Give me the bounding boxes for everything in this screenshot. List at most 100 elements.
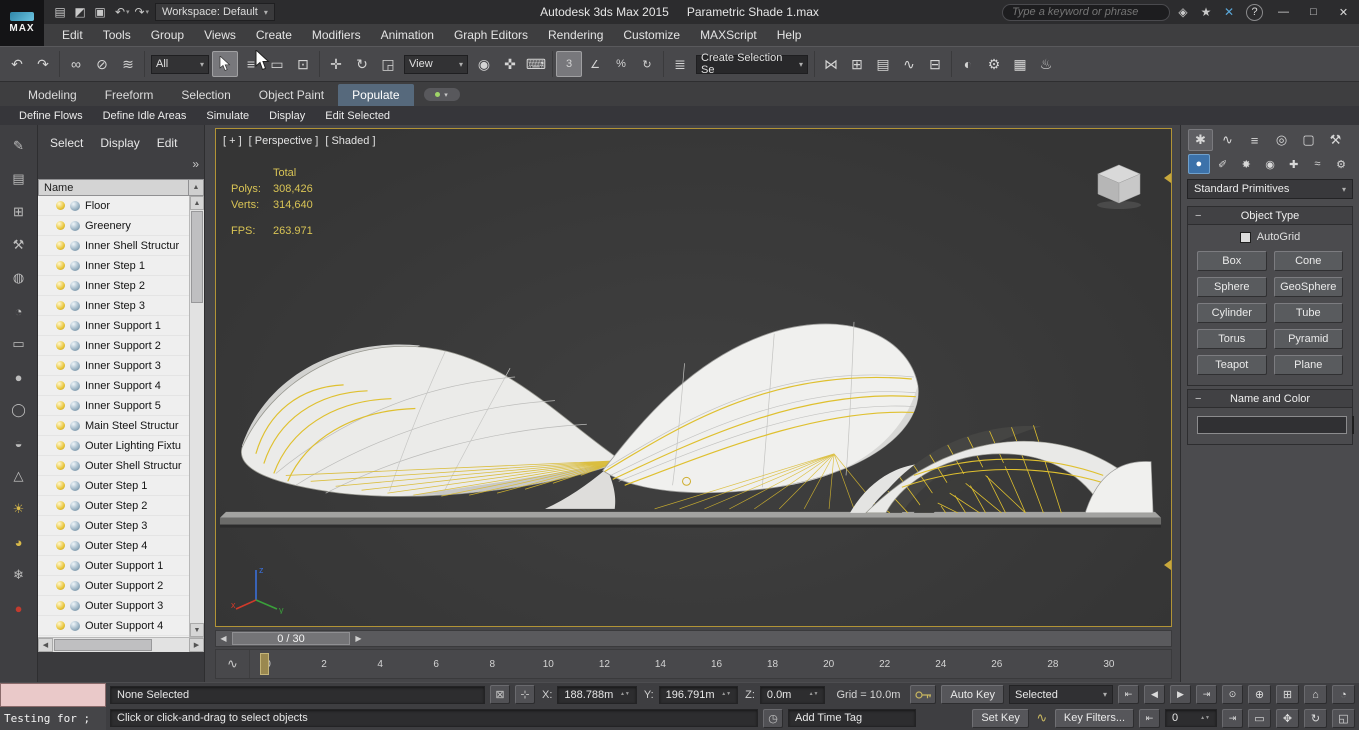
select-by-name-icon[interactable]: ≡ [238, 51, 264, 77]
key-mode-dropdown[interactable]: Selected ▾ [1009, 685, 1113, 705]
ribbon-tab-selection[interactable]: Selection [167, 84, 244, 106]
next-key-button[interactable]: ⇥ [1222, 708, 1243, 728]
key-step-toggle[interactable]: ⊙ [1222, 685, 1243, 705]
undo-scene-icon[interactable]: ↶ [4, 51, 30, 77]
scroll-up-icon[interactable]: ▲ [190, 196, 204, 210]
visibility-bulb-icon[interactable] [56, 541, 65, 550]
plane-tool-icon[interactable]: ▭ [8, 333, 30, 355]
cone-button[interactable]: Cone [1273, 251, 1343, 271]
redo-scene-icon[interactable]: ↷ [30, 51, 56, 77]
motion-tab-icon[interactable]: ◎ [1269, 129, 1294, 151]
menu-graph-editors[interactable]: Graph Editors [444, 28, 538, 42]
close-button[interactable]: ✕ [1330, 2, 1357, 23]
selection-filter-dropdown[interactable]: All ▾ [151, 54, 209, 74]
vertical-scrollbar[interactable]: ▲ ▼ [189, 196, 204, 637]
help-icon[interactable]: ? [1246, 3, 1263, 21]
visibility-bulb-icon[interactable] [56, 301, 65, 310]
zoom-extents-icon[interactable]: ⌂ [1304, 685, 1327, 705]
previous-frame-arrow-icon[interactable]: ◀ [216, 634, 231, 643]
primitive-category-dropdown[interactable]: Standard Primitives ▾ [1187, 179, 1353, 199]
sphere-tool-icon[interactable]: ◍ [8, 267, 30, 289]
unlink-selection-icon[interactable]: ⊘ [89, 51, 115, 77]
menu-customize[interactable]: Customize [613, 28, 690, 42]
visibility-bulb-icon[interactable] [56, 281, 65, 290]
set-key-button[interactable]: Set Key [972, 708, 1029, 728]
x-coordinate-field[interactable]: 188.788m ▲▼ [557, 685, 637, 704]
spinner-icon[interactable]: ▲▼ [1200, 715, 1210, 721]
list-item-inner-support-4[interactable]: Inner Support 4 [38, 376, 189, 396]
mini-curve-editor-icon[interactable]: ∿ [216, 650, 250, 678]
perspective-viewport[interactable]: [ + ] [ Perspective ] [ Shaded ] Total P… [215, 128, 1172, 627]
current-frame-marker[interactable] [260, 653, 269, 675]
list-item-inner-support-2[interactable]: Inner Support 2 [38, 336, 189, 356]
reference-coordinate-dropdown[interactable]: View ▾ [404, 54, 468, 74]
ribbon-display[interactable]: Display [260, 110, 314, 122]
listener-line[interactable]: Testing for ; [0, 706, 106, 730]
layer-manager-icon[interactable]: ▤ [870, 51, 896, 77]
maximize-viewport-toggle[interactable]: ◱ [1332, 708, 1355, 728]
object-color-swatch[interactable] [1352, 416, 1354, 434]
ribbon-minimize-toggle[interactable]: ▾ [423, 88, 460, 101]
zoom-all-icon[interactable]: ⊞ [1276, 685, 1299, 705]
spinner-icon[interactable]: ▲▼ [809, 692, 819, 697]
key-filters-button[interactable]: Key Filters... [1054, 708, 1134, 728]
list-item-outer-shell[interactable]: Outer Shell Structur [38, 456, 189, 476]
zoom-region-icon[interactable]: ▭ [1248, 708, 1271, 728]
ribbon-tab-modeling[interactable]: Modeling [14, 84, 91, 106]
box-button[interactable]: Box [1197, 251, 1267, 271]
maximize-button[interactable]: □ [1300, 2, 1327, 23]
visibility-bulb-icon[interactable] [56, 621, 65, 630]
window-crossing-toggle-icon[interactable]: ⊡ [290, 51, 316, 77]
track-bar[interactable]: ∿ 0 2 4 6 8 10 12 14 16 18 20 22 24 26 [215, 649, 1172, 679]
menu-animation[interactable]: Animation [371, 28, 444, 42]
palette-tool-icon[interactable]: ▤ [8, 168, 30, 190]
ribbon-tab-object-paint[interactable]: Object Paint [245, 84, 338, 106]
select-and-rotate-icon[interactable]: ↻ [349, 51, 375, 77]
create-tab-icon[interactable]: ✱ [1188, 129, 1213, 151]
add-time-tag-field[interactable]: Add Time Tag [788, 709, 916, 728]
minimize-button[interactable]: — [1270, 2, 1297, 23]
menu-tools[interactable]: Tools [93, 28, 141, 42]
ribbon-tab-freeform[interactable]: Freeform [91, 84, 168, 106]
geosphere-button[interactable]: GeoSphere [1273, 277, 1343, 297]
current-frame-field[interactable]: 0 ▲▼ [1165, 709, 1217, 728]
visibility-bulb-icon[interactable] [56, 501, 65, 510]
snap-toggle-3d-icon[interactable]: 3 [556, 51, 582, 77]
spinner-snap-toggle-icon[interactable]: ↻ [634, 51, 660, 77]
torus-button[interactable]: Torus [1197, 329, 1267, 349]
pyramid-button[interactable]: Pyramid [1273, 329, 1343, 349]
visibility-bulb-icon[interactable] [56, 241, 65, 250]
scene-object-list[interactable]: Floor Greenery Inner Shell Structur Inne… [38, 196, 189, 637]
sphere-button[interactable]: Sphere [1197, 277, 1267, 297]
scroll-down-icon[interactable]: ▼ [190, 623, 204, 637]
list-item-outer-support-2[interactable]: Outer Support 2 [38, 576, 189, 596]
play-button[interactable]: ▶ [1170, 685, 1191, 705]
visibility-bulb-icon[interactable] [56, 481, 65, 490]
list-item-floor[interactable]: Floor [38, 196, 189, 216]
cup-tool-icon[interactable]: ◒ [8, 432, 30, 454]
sun-tool-icon[interactable]: ☀ [8, 498, 30, 520]
render-production-icon[interactable]: ♨ [1033, 51, 1059, 77]
cone-tool-icon[interactable]: △ [8, 465, 30, 487]
shapes-category-icon[interactable]: ✐ [1212, 154, 1234, 174]
utilities-tab-icon[interactable]: ⚒ [1323, 129, 1348, 151]
set-keys-button[interactable] [910, 685, 937, 705]
pencil-tool-icon[interactable]: ✎ [8, 135, 30, 157]
list-item-outer-support-1[interactable]: Outer Support 1 [38, 556, 189, 576]
overflow-chevron-icon[interactable]: » [192, 157, 199, 171]
keyboard-shortcut-override-icon[interactable]: ⌨ [523, 51, 549, 77]
viewport-splitter-handle[interactable] [1164, 560, 1171, 570]
visibility-bulb-icon[interactable] [56, 521, 65, 530]
visibility-bulb-icon[interactable] [56, 421, 65, 430]
select-and-scale-icon[interactable]: ◲ [375, 51, 401, 77]
z-coordinate-field[interactable]: 0.0m ▲▼ [759, 685, 826, 704]
menu-edit[interactable]: Edit [52, 28, 93, 42]
edit-named-selection-sets-icon[interactable]: ≣ [667, 51, 693, 77]
field-of-view-icon[interactable]: ◔ [1332, 685, 1355, 705]
previous-key-button[interactable]: ⇤ [1139, 708, 1160, 728]
favorites-star-icon[interactable]: ★ [1196, 2, 1216, 22]
sign-in-icon[interactable]: ✕ [1219, 2, 1239, 22]
named-selection-sets-dropdown[interactable]: Create Selection Se ▾ [696, 52, 808, 76]
list-item-inner-step-3[interactable]: Inner Step 3 [38, 296, 189, 316]
visibility-bulb-icon[interactable] [56, 561, 65, 570]
